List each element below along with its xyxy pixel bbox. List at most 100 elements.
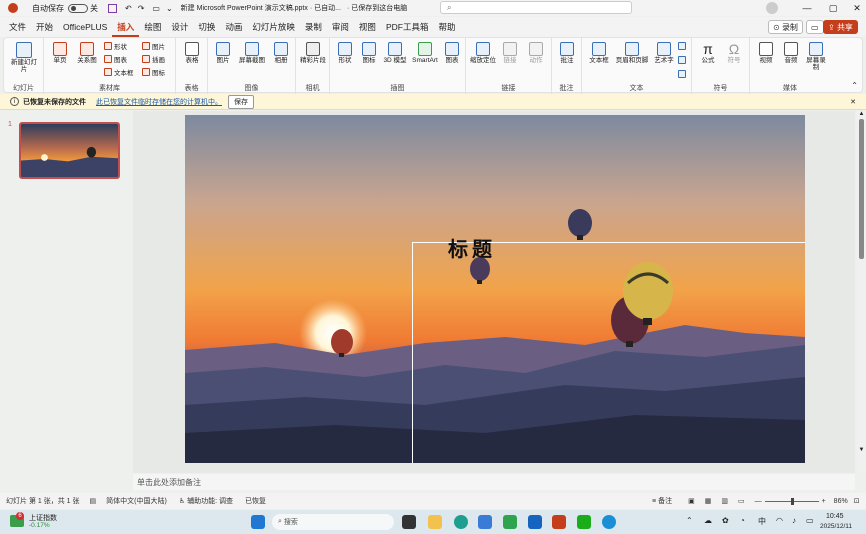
screenshot-button[interactable]: 屏幕截图 — [236, 42, 268, 64]
battery-icon[interactable]: ▭ — [806, 516, 814, 525]
info-save-button[interactable]: 保存 — [228, 94, 254, 109]
tray-app-icon-2[interactable]: ✿ — [722, 516, 729, 525]
icon-lib-button[interactable]: 图标 — [142, 67, 165, 77]
slide-number-icon[interactable] — [678, 55, 688, 65]
scroll-down-icon[interactable]: ▼ — [857, 447, 866, 453]
info-message[interactable]: 此已恢复文件临时存储在您的计算机中。 — [96, 97, 222, 107]
screen-recording-button[interactable]: 屏幕录制 — [804, 42, 828, 71]
new-slide-button[interactable]: 新建幻灯片 — [9, 42, 39, 73]
redo-icon[interactable]: ↷ — [138, 4, 145, 13]
edge-browser-icon[interactable] — [454, 515, 468, 529]
normal-view-icon[interactable]: ▣ — [688, 497, 695, 505]
spellcheck-icon[interactable]: ▤ — [90, 497, 97, 505]
tab-home[interactable]: 开始 — [31, 17, 58, 37]
tab-transitions[interactable]: 切换 — [193, 17, 220, 37]
wechat-icon[interactable] — [577, 515, 591, 529]
file-explorer-icon[interactable] — [428, 515, 442, 529]
close-button[interactable]: ✕ — [842, 0, 866, 16]
comments-button[interactable]: ▭ — [806, 20, 824, 34]
3d-models-button[interactable]: 3D 模型 — [382, 42, 408, 64]
zoom-slider[interactable] — [764, 497, 819, 505]
notes-button[interactable]: 备注 — [658, 496, 672, 506]
action-button[interactable]: 动作 — [524, 42, 548, 64]
tab-record[interactable]: 录制 — [300, 17, 327, 37]
picture-lib-button[interactable]: 图片 — [142, 41, 165, 51]
tab-draw[interactable]: 绘图 — [139, 17, 166, 37]
illustration-lib-button[interactable]: 插画 — [142, 54, 165, 64]
collapse-ribbon-icon[interactable]: ⌃ — [851, 81, 858, 90]
tab-officeplus[interactable]: OfficePLUS — [58, 17, 112, 37]
present-icon[interactable]: ▭ — [152, 4, 160, 13]
tray-app-icon-1[interactable]: ☁ — [704, 516, 712, 525]
comment-button[interactable]: 批注 — [556, 42, 578, 64]
wordart-button[interactable]: 艺术字 — [652, 42, 676, 64]
textbox-button[interactable]: 文本框 — [586, 42, 612, 64]
tray-app-icon-3[interactable]: ◔ — [740, 516, 745, 525]
outlook-icon[interactable] — [528, 515, 542, 529]
start-windows-icon[interactable] — [251, 515, 265, 529]
tab-animations[interactable]: 动画 — [220, 17, 247, 37]
object-icon[interactable] — [678, 69, 688, 79]
autosave-toggle[interactable] — [68, 3, 88, 13]
header-footer-button[interactable]: 页眉和页脚 — [614, 42, 650, 64]
task-view-icon[interactable] — [402, 515, 416, 529]
wifi-icon[interactable]: ◠ — [776, 516, 783, 525]
slide-sorter-icon[interactable]: ▦ — [705, 497, 712, 505]
vertical-scrollbar[interactable]: ▲ ▼ — [857, 111, 866, 473]
tab-insert[interactable]: 插入 — [112, 17, 140, 37]
slide-title[interactable]: 标题 — [438, 233, 506, 262]
accessibility-status[interactable]: 辅助功能: 调查 — [187, 496, 233, 506]
picture-button[interactable]: 图片 — [212, 42, 234, 64]
reading-view-icon[interactable]: ▥ — [721, 497, 728, 505]
customize-qat-icon[interactable]: ⌄ — [166, 4, 173, 13]
chart-button[interactable]: 图表 — [442, 42, 462, 64]
album-button[interactable]: 相册 — [270, 42, 292, 64]
cameo-button[interactable]: 精彩片段 — [300, 42, 326, 64]
user-avatar-icon[interactable] — [766, 2, 778, 14]
zoom-level[interactable]: 86% — [834, 498, 848, 505]
taskbar-search-box[interactable]: ⌕ 搜索 — [272, 514, 394, 530]
chart-lib-button[interactable]: 图表 — [104, 54, 127, 64]
textbox-lib-button[interactable]: 文本框 — [104, 67, 134, 77]
tab-help[interactable]: 帮助 — [433, 17, 460, 37]
volume-icon[interactable]: ♪ — [792, 516, 796, 525]
chat-app-icon[interactable] — [478, 515, 492, 529]
tab-view[interactable]: 视图 — [354, 17, 381, 37]
link-button[interactable]: 链接 — [498, 42, 522, 64]
scroll-up-icon[interactable]: ▲ — [857, 111, 866, 117]
fit-slide-icon[interactable]: ⊡ — [854, 497, 860, 505]
share-button[interactable]: ⇪ 共享 — [823, 20, 858, 34]
symbol-button[interactable]: Ω 符号 — [722, 42, 746, 65]
slide-thumbnail[interactable] — [19, 122, 120, 179]
title-placeholder-frame[interactable] — [412, 242, 805, 463]
tab-file[interactable]: 文件 — [4, 17, 31, 37]
tab-review[interactable]: 审阅 — [327, 17, 354, 37]
undo-icon[interactable]: ↶ — [125, 4, 132, 13]
scroll-thumb[interactable] — [859, 119, 864, 259]
icons-button[interactable]: 图标 — [358, 42, 380, 64]
title-search-box[interactable]: ⌕ — [440, 1, 632, 14]
date-time-icon[interactable] — [678, 41, 688, 51]
blue-app-icon[interactable] — [602, 515, 616, 529]
shapes-button[interactable]: 形状 — [334, 42, 356, 64]
single-page-button[interactable]: 单页 — [48, 42, 72, 64]
video-button[interactable]: 视频 — [754, 42, 778, 64]
notes-pane[interactable]: 单击此处添加备注 — [133, 474, 855, 490]
equation-button[interactable]: π 公式 — [696, 42, 720, 65]
ime-indicator[interactable]: 中 — [758, 516, 766, 527]
tab-pdf-tools[interactable]: PDF工具箱 — [381, 17, 434, 37]
tab-slideshow[interactable]: 幻灯片放映 — [247, 17, 300, 37]
clock-time[interactable]: 10:45 — [826, 513, 844, 520]
info-close-icon[interactable]: ✕ — [850, 98, 856, 106]
slide-1[interactable]: 标题 — [185, 115, 805, 463]
shape-lib-button[interactable]: 形状 — [104, 41, 127, 51]
zoom-out-icon[interactable]: — — [755, 498, 762, 505]
zoom-button[interactable]: 缩放定位 — [470, 42, 496, 64]
zoom-in-icon[interactable]: + — [822, 498, 826, 505]
save-icon[interactable] — [108, 3, 117, 13]
relation-chart-button[interactable]: 关系图 — [74, 42, 100, 64]
green-app-icon[interactable] — [503, 515, 517, 529]
slideshow-icon[interactable]: ▭ — [738, 497, 745, 505]
audio-button[interactable]: 音频 — [780, 42, 802, 64]
clock-date[interactable]: 2025/12/11 — [820, 523, 852, 530]
